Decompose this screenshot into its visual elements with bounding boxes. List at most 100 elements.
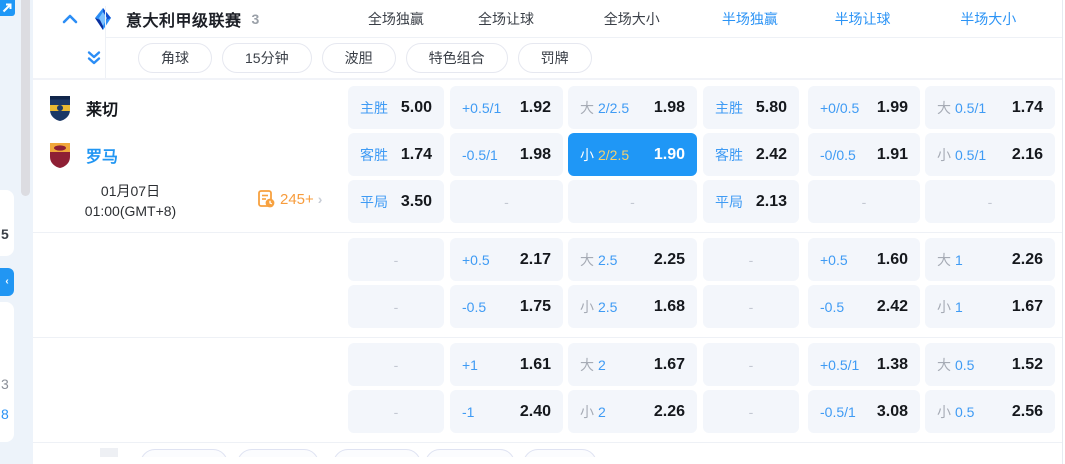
odds-value: 1.68 xyxy=(653,297,685,315)
odds-rows: 主胜 5.00 +0.5/1 1.92 大 2/2.5 1.98 主胜 5.80 +0/0.5 1.… xyxy=(33,86,1063,443)
scrollbar-thumb[interactable] xyxy=(21,0,30,196)
odds-value: 1.75 xyxy=(519,297,551,315)
odds-row: - -1 2.40 小 2 2.26- -0.5/1 3.08 小 0.5 2.56 xyxy=(33,390,1063,433)
odds-cell[interactable]: 小 1 1.67 xyxy=(925,285,1055,328)
market-header-6[interactable]: 半场大小 xyxy=(923,9,1053,29)
kickoff-hour: 01:00(GMT+8) xyxy=(84,203,177,219)
collapse-league-button[interactable] xyxy=(60,9,80,29)
odds-cell[interactable]: 平局 2.13 xyxy=(703,180,799,223)
odds-label-prefix: 大 xyxy=(937,99,951,116)
odds-line: +0.5/1 xyxy=(462,99,502,116)
odds-label: 大 2.5 xyxy=(580,250,617,270)
sub-tab-3[interactable]: 波胆 xyxy=(321,43,396,73)
market-header-3[interactable]: 全场大小 xyxy=(567,9,696,29)
odds-cell[interactable]: +0.5 1.60 xyxy=(808,238,920,281)
odds-label-prefix: 大 xyxy=(937,251,951,268)
market-header-2[interactable]: 全场让球 xyxy=(450,9,563,29)
market-header-4[interactable]: 半场独赢 xyxy=(702,9,798,29)
odds-label-prefix: 大 xyxy=(580,251,594,268)
more-markets-link[interactable]: 245+ › xyxy=(258,190,322,208)
collapse-sidebar-button[interactable]: ‹ xyxy=(0,268,14,296)
divider xyxy=(33,442,1063,443)
dash: - xyxy=(504,193,509,210)
odds-line: 2/2.5 xyxy=(598,99,630,116)
odds-cell-empty: - xyxy=(703,390,799,433)
odds-cell[interactable]: -0.5/1 3.08 xyxy=(808,390,920,433)
odds-cell[interactable]: 平局 3.50 xyxy=(348,180,444,223)
odds-cell[interactable]: -1 2.40 xyxy=(450,390,563,433)
odds-value: 5.80 xyxy=(755,98,787,116)
odds-line: 2 xyxy=(598,356,606,373)
odds-cell[interactable]: 大 2.5 2.25 xyxy=(568,238,697,281)
odds-line: 0.5 xyxy=(955,356,975,373)
odds-cell[interactable]: -0.5 2.42 xyxy=(808,285,920,328)
odds-cell[interactable]: 小 0.5 2.56 xyxy=(925,390,1055,433)
odds-cell[interactable]: 小 0.5/1 2.16 xyxy=(925,133,1055,176)
odds-cell-empty: - xyxy=(348,238,444,281)
odds-cell[interactable]: +0.5 2.17 xyxy=(450,238,563,281)
odds-cell[interactable]: -0.5 1.75 xyxy=(450,285,563,328)
home-team-name: 莱切 xyxy=(86,101,119,119)
odds-cell[interactable]: 主胜 5.80 xyxy=(703,86,799,129)
odds-line: +0.5/1 xyxy=(820,356,860,373)
odds-cell[interactable]: 大 2 1.67 xyxy=(568,343,697,386)
away-team-name: 罗马 xyxy=(86,148,119,166)
odds-cell[interactable]: 客胜 2.42 xyxy=(703,133,799,176)
odds-label: 大 0.5 xyxy=(937,355,974,375)
sub-tab-2[interactable]: 15分钟 xyxy=(222,43,312,73)
odds-cell[interactable]: 小 2.5 1.68 xyxy=(568,285,697,328)
sub-tab-cutoff xyxy=(333,449,421,457)
odds-cell[interactable]: +0.5/1 1.38 xyxy=(808,343,920,386)
odds-value: 1.67 xyxy=(1011,297,1043,315)
sub-tab-4[interactable]: 特色组合 xyxy=(405,43,508,73)
odds-label: 小 2.5 xyxy=(580,297,617,317)
odds-cell[interactable]: 大 0.5 1.52 xyxy=(925,343,1055,386)
odds-value: 2.40 xyxy=(519,402,551,420)
market-header-1[interactable]: 全场独赢 xyxy=(348,9,444,29)
odds-cell-empty: - xyxy=(703,343,799,386)
odds-line: 2 xyxy=(598,403,606,420)
odds-cell-selected[interactable]: 小 2/2.5 1.90 xyxy=(568,133,697,176)
odds-line: +0.5 xyxy=(462,251,490,268)
market-header-5[interactable]: 半场让球 xyxy=(807,9,919,29)
chevron-up-icon xyxy=(62,14,78,24)
odds-cell[interactable]: 大 0.5/1 1.74 xyxy=(925,86,1055,129)
odds-label: 小 0.5/1 xyxy=(937,145,986,165)
odds-label: 主胜 xyxy=(360,98,388,118)
odds-cell[interactable]: 大 2/2.5 1.98 xyxy=(568,86,697,129)
odds-cell[interactable]: +0/0.5 1.99 xyxy=(808,86,920,129)
odds-label: 平局 xyxy=(360,192,388,212)
odds-label: +0.5/1 xyxy=(820,357,859,373)
odds-line: -1 xyxy=(462,403,475,420)
dash: - xyxy=(393,298,399,315)
odds-cell[interactable]: 小 2 2.26 xyxy=(568,390,697,433)
odds-label: 小 2/2.5 xyxy=(580,145,629,165)
corner-resize-button[interactable] xyxy=(0,0,15,16)
cutoff-card xyxy=(0,190,14,256)
dash: - xyxy=(393,356,399,373)
kickoff-time: 01月07日 01:00(GMT+8) xyxy=(38,181,223,221)
odds-cell[interactable]: -0.5/1 1.98 xyxy=(450,133,563,176)
odds-cell[interactable]: +1 1.61 xyxy=(450,343,563,386)
odds-line: -0/0.5 xyxy=(820,146,856,163)
sub-tab-1[interactable]: 角球 xyxy=(138,43,212,73)
odds-label: -0/0.5 xyxy=(820,147,856,163)
divider xyxy=(1062,0,1063,464)
odds-cell[interactable]: +0.5/1 1.92 xyxy=(450,86,563,129)
odds-cell-empty: - xyxy=(703,238,799,281)
odds-cell[interactable]: 大 1 2.26 xyxy=(925,238,1055,281)
expand-all-button[interactable] xyxy=(83,47,105,69)
odds-row: - +0.5 2.17 大 2.5 2.25- +0.5 1.60 大 1 2.26 xyxy=(33,238,1063,281)
odds-label: -0.5/1 xyxy=(820,404,856,420)
odds-value: 1.99 xyxy=(876,98,908,116)
next-expand-all-cutoff xyxy=(100,448,118,457)
market-headers-row: 全场独赢 全场让球 全场大小 半场独赢 半场让球 半场大小 xyxy=(348,0,1053,38)
odds-label: 大2 xyxy=(580,355,606,375)
away-team-badge-icon xyxy=(50,142,70,168)
odds-cell[interactable]: 客胜 1.74 xyxy=(348,133,444,176)
odds-cell[interactable]: -0/0.5 1.91 xyxy=(808,133,920,176)
sub-market-tabs: 角球 15分钟 波胆 特色组合 罚牌 xyxy=(138,43,602,73)
odds-cell[interactable]: 主胜 5.00 xyxy=(348,86,444,129)
odds-line: -0.5/1 xyxy=(820,403,856,420)
sub-tab-5[interactable]: 罚牌 xyxy=(517,43,592,73)
